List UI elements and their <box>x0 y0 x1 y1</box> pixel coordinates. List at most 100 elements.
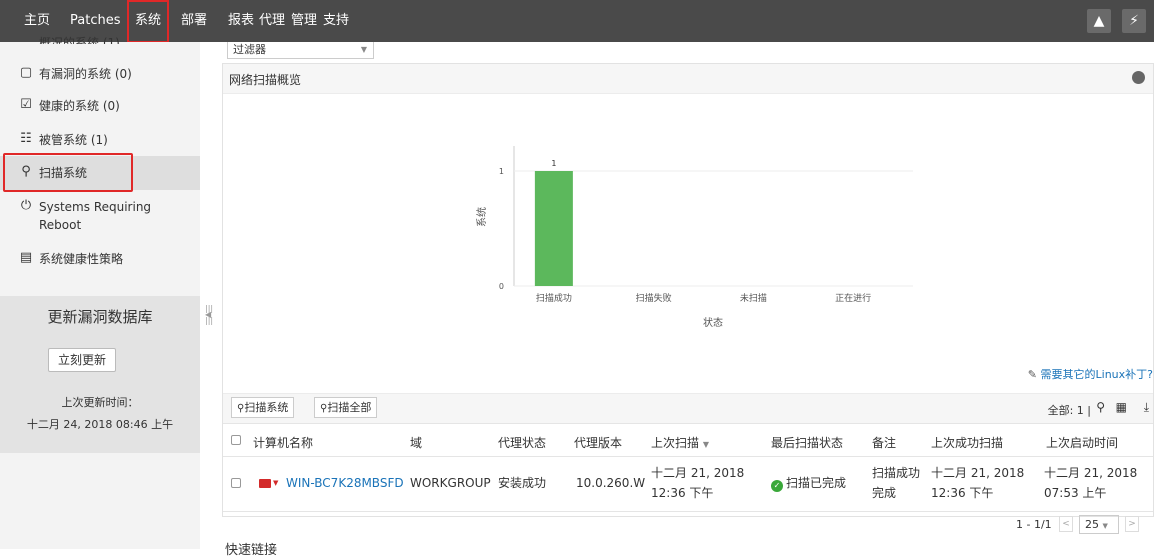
last-update-time: 十二月 24, 2018 08:46 上午 <box>26 418 174 431</box>
data-label: 1 <box>551 159 556 168</box>
sidebar-item-label: 健康的系统 (0) <box>39 99 120 113</box>
sidebar-item-label: 系统健康性策略 <box>39 252 124 266</box>
check-circle-icon: ✓ <box>771 480 783 492</box>
sort-down-icon: ▼ <box>702 440 709 449</box>
col-last-success-scan[interactable]: 上次成功扫描 <box>931 434 1003 451</box>
chart-grid <box>513 146 913 287</box>
x-tick-label: 扫描失败 <box>636 292 672 304</box>
table-header: 计算机名称 域 代理状态 代理版本 上次扫描 ▼ 最后扫描状态 备注 上次成功扫… <box>223 423 1153 457</box>
col-scan-status[interactable]: 最后扫描状态 <box>771 434 843 451</box>
cell-last-success-time: 12:36 下午 <box>931 486 994 500</box>
x-tick-label: 扫描成功 <box>536 292 572 304</box>
sidebar-item-vulnerable[interactable]: ▢ 有漏洞的系统 (0) <box>0 65 200 87</box>
monitor-alert-icon: ▢ <box>19 65 33 80</box>
scan-all-label: 扫描全部 <box>327 401 372 414</box>
bar <box>534 171 573 286</box>
y-tick-label: 1 <box>499 167 504 176</box>
col-last-scan-label: 上次扫描 <box>651 436 700 450</box>
select-all-checkbox[interactable] <box>231 435 241 445</box>
x-tick-label: 正在进行 <box>835 292 871 304</box>
col-agent-status[interactable]: 代理状态 <box>498 434 546 451</box>
nav-agent[interactable]: 代理 <box>259 0 285 42</box>
page-size-select[interactable]: 25 ▼ <box>1079 515 1119 534</box>
nav-support[interactable]: 支持 <box>323 0 349 42</box>
scan-overview-panel: 网络扫描概览 0 1 1 扫描成功 扫描失败 未扫描 正在进行 系统 状态 ✎ 需要其它的L… <box>222 63 1154 534</box>
nav-reports[interactable]: 报表 <box>228 0 254 42</box>
update-now-button[interactable]: 立刻更新 <box>48 348 116 372</box>
row-checkbox[interactable] <box>231 478 241 488</box>
cell-last-scan-date: 十二月 21, 2018 <box>651 466 745 480</box>
columns-icon[interactable]: ▦ <box>1116 400 1127 414</box>
computer-icon <box>259 479 271 488</box>
computer-name-link[interactable]: WIN-BC7K28MBSFD <box>286 473 404 493</box>
scan-systems-button[interactable]: ⚲扫描系统 <box>231 397 295 418</box>
export-icon[interactable]: ⤓ <box>1144 400 1149 415</box>
cell-agent-version: 10.0.260.W <box>576 476 646 490</box>
search-icon[interactable]: ⚲ <box>1096 400 1105 414</box>
prev-page-button[interactable]: < <box>1059 516 1073 532</box>
edit-icon: ✎ <box>1027 368 1038 381</box>
sidebar-collapse-handle[interactable]: ||| ◀ ||| <box>205 305 213 336</box>
chevron-down-icon: ▼ <box>1102 522 1108 530</box>
table-row: ▼ WIN-BC7K28MBSFD WORKGROUP 安装成功 10.0.26… <box>223 457 1153 512</box>
linux-link-text: 需要其它的Linux补丁? <box>1040 368 1153 381</box>
cell-last-success-date: 十二月 21, 2018 <box>931 466 1025 480</box>
col-computer-name[interactable]: 计算机名称 <box>253 434 313 451</box>
power-icon: ⏻ <box>20 198 32 213</box>
nav-admin[interactable]: 管理 <box>291 0 317 42</box>
sidebar-item-health-policy[interactable]: ▤ 系统健康性策略 <box>0 250 200 272</box>
cell-remark-line1: 扫描成功 <box>872 466 921 480</box>
y-axis-label: 系统 <box>475 207 488 227</box>
col-last-scan[interactable]: 上次扫描 ▼ <box>651 434 709 451</box>
sidebar: 概况的系统 (1) ▢ 有漏洞的系统 (0) ☑ 健康的系统 (0) ☷ 被管系… <box>0 36 200 549</box>
monitor-check-icon: ☑ <box>20 97 32 112</box>
filter-select-value: 过滤器 <box>233 43 266 56</box>
panel-title: 网络扫描概览 <box>229 73 302 87</box>
lightning-icon[interactable]: ⚡ <box>1122 9 1146 33</box>
chevron-down-icon: ▼ <box>360 45 367 54</box>
col-remark[interactable]: 备注 <box>872 434 896 451</box>
col-domain[interactable]: 域 <box>410 434 422 451</box>
y-tick-label: 0 <box>499 282 504 291</box>
sidebar-item-reboot[interactable]: ⏻ Systems Requiring Reboot <box>0 198 200 234</box>
update-db-panel: 更新漏洞数据库 立刻更新 上次更新时间： 十二月 24, 2018 08:46 … <box>0 296 200 453</box>
sidebar-item-managed[interactable]: ☷ 被管系统 (1) <box>0 131 200 153</box>
scan-systems-label: 扫描系统 <box>244 401 289 414</box>
pagination: 1 - 1/1 < 25 ▼ > <box>223 512 1153 538</box>
health-monitor-icon: ▤ <box>19 250 33 265</box>
chevron-down-icon[interactable]: ▼ <box>273 473 278 493</box>
sidebar-item-label: Systems Requiring Reboot <box>39 200 152 232</box>
last-update-label: 上次更新时间： <box>61 396 139 409</box>
pie-chart-icon[interactable] <box>1132 71 1145 84</box>
sidebar-item-label: 被管系统 (1) <box>39 133 108 147</box>
total-count-text: 全部: 1 <box>1047 404 1084 417</box>
table-toolbar: ⚲扫描系统 ⚲扫描全部 全部: 1 | ⚲ ▦ ⤓ <box>223 393 1153 423</box>
linux-patches-link[interactable]: ✎ 需要其它的Linux补丁? <box>1028 366 1153 382</box>
sidebar-item-partial[interactable]: 概况的系统 (1) <box>0 34 200 44</box>
sidebar-item-healthy[interactable]: ☑ 健康的系统 (0) <box>0 97 200 119</box>
cell-last-boot-time: 07:53 上午 <box>1044 486 1107 500</box>
main-content: 过滤器 ▼ 网络扫描概览 0 1 1 扫描成功 扫描失败 未扫描 正在进行 系统 状态 ✎ … <box>222 42 1154 558</box>
cell-domain: WORKGROUP <box>410 476 491 490</box>
col-agent-version[interactable]: 代理版本 <box>574 434 622 451</box>
rocket-icon[interactable]: ▲ <box>1087 9 1111 33</box>
x-axis-label: 状态 <box>703 316 723 329</box>
total-count: 全部: 1 | <box>1047 404 1091 417</box>
cell-last-boot-date: 十二月 21, 2018 <box>1044 466 1138 480</box>
scan-status-text: 扫描已完成 <box>786 476 847 490</box>
cell-scan-status: ✓ 扫描已完成 <box>771 473 846 493</box>
cell-remark-line2: 完成 <box>872 486 897 500</box>
sidebar-item-label: 概况的系统 (1) <box>39 36 120 44</box>
highlight-box <box>3 153 133 192</box>
col-last-boot[interactable]: 上次启动时间 <box>1046 434 1118 451</box>
pagination-range: 1 - 1/1 <box>1016 518 1052 531</box>
scan-status-chart: 0 1 1 扫描成功 扫描失败 未扫描 正在进行 系统 状态 <box>475 146 913 329</box>
scan-all-button[interactable]: ⚲扫描全部 <box>314 397 378 418</box>
x-tick-label: 未扫描 <box>740 292 767 304</box>
next-page-button[interactable]: > <box>1125 516 1139 532</box>
cell-last-scan-time: 12:36 下午 <box>651 486 714 500</box>
filter-select[interactable]: 过滤器 ▼ <box>227 42 374 59</box>
cell-agent-status: 安装成功 <box>498 476 547 490</box>
page-size-value: 25 <box>1085 518 1099 531</box>
sidebar-item-label: 有漏洞的系统 (0) <box>39 67 132 81</box>
